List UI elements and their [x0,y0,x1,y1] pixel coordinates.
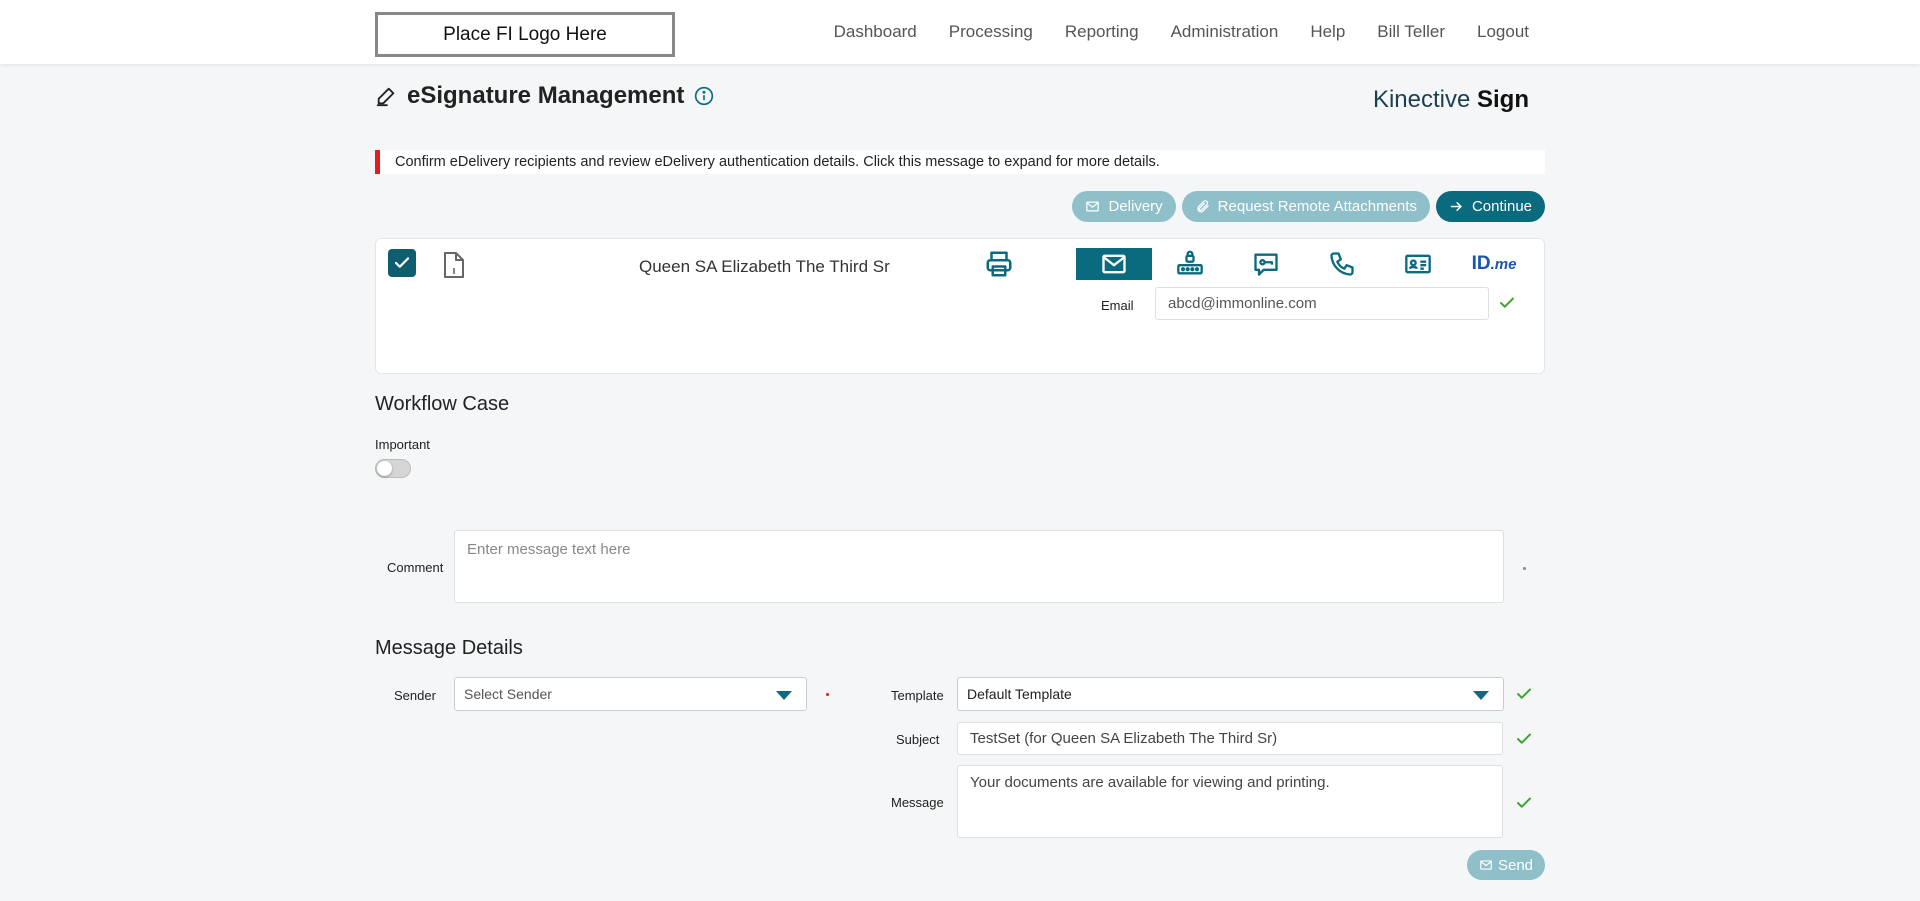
paperclip-icon [1196,200,1209,213]
idme-suffix: .me [1490,256,1517,273]
email-field[interactable] [1155,287,1489,320]
method-tab-id-card[interactable] [1380,248,1456,280]
message-label: Message [891,795,944,810]
recipient-name: Queen SA Elizabeth The Third Sr [639,257,890,276]
comment-input[interactable] [454,530,1504,603]
template-label: Template [891,688,944,703]
sender-label: Sender [394,688,436,703]
nav-processing[interactable]: Processing [949,22,1033,42]
valid-check-icon [1517,733,1531,744]
subject-field[interactable] [957,722,1503,755]
nav-logout[interactable]: Logout [1477,22,1529,42]
method-tab-phone[interactable] [1304,248,1380,280]
sender-select[interactable]: Select Sender [454,677,807,711]
important-label: Important [375,437,430,452]
request-attachments-button[interactable]: Request Remote Attachments [1181,191,1430,222]
template-select[interactable]: Default Template [957,677,1504,711]
message-details-title: Message Details [375,637,523,659]
idme-logo: ID.me [1472,253,1517,275]
method-tab-network[interactable] [1152,248,1228,280]
brand-light: Kinective [1372,86,1477,113]
continue-button[interactable]: Continue [1435,191,1545,222]
template-select-value: Default Template [967,686,1072,702]
action-buttons: Delivery Request Remote Attachments Cont… [1072,191,1545,222]
envelope-icon [1086,201,1100,212]
checkmark-icon [394,257,410,268]
send-button[interactable]: Send [1467,850,1545,880]
subject-label: Subject [896,732,940,747]
important-toggle[interactable] [375,459,411,478]
continue-label: Continue [1471,198,1532,215]
method-tab-sms[interactable] [1228,248,1304,280]
nav-user[interactable]: Bill Teller [1377,22,1445,42]
envelope-icon [1480,860,1492,870]
kinective-sign-logo: Kinective Sign [1373,86,1529,114]
brand-bold: Sign [1477,86,1529,113]
message-field[interactable]: Your documents are available for viewing… [957,765,1503,838]
document-icon[interactable] [442,251,466,279]
recipient-card: Queen SA Elizabeth The Third Sr ID.me Em… [375,238,1545,374]
workflow-case-title: Workflow Case [375,393,510,415]
method-tab-email[interactable] [1076,248,1152,280]
printer-icon[interactable] [984,249,1014,279]
sender-select-value: Select Sender [464,686,552,702]
nav-help[interactable]: Help [1310,22,1345,42]
arrow-right-icon [1450,202,1462,211]
request-attachments-label: Request Remote Attachments [1217,198,1417,215]
comment-indicator-dot [1523,567,1526,570]
idme-main: ID [1471,253,1491,274]
required-indicator-dot [826,693,829,696]
recipient-checkbox[interactable] [388,249,416,277]
pen-icon [376,87,395,107]
valid-check-icon [1517,797,1531,808]
delivery-method-tabs: ID.me [1076,248,1532,280]
delivery-label: Delivery [1108,198,1163,215]
valid-check-icon [1500,297,1514,308]
alert-message[interactable]: Confirm eDelivery recipients and review … [375,150,1545,174]
id-card-icon [1405,254,1431,274]
nav-reporting[interactable]: Reporting [1065,22,1139,42]
chevron-down-icon [1473,691,1489,700]
page-title-row: eSignature Management [375,82,714,110]
comment-label: Comment [387,560,444,575]
phone-icon [1330,252,1354,276]
info-icon[interactable] [694,86,714,106]
envelope-icon [1102,254,1126,274]
top-bar: Place FI Logo Here Dashboard Processing … [0,0,1920,64]
chat-key-icon [1254,253,1278,276]
delivery-button[interactable]: Delivery [1072,191,1176,222]
email-label: Email [1101,298,1134,313]
chevron-down-icon [776,691,792,700]
fi-logo-placeholder[interactable]: Place FI Logo Here [375,12,675,57]
valid-check-icon [1517,688,1531,699]
method-tab-idme[interactable]: ID.me [1456,248,1532,280]
nav-dashboard[interactable]: Dashboard [834,22,917,42]
page-title: eSignature Management [407,82,685,109]
send-label: Send [1497,856,1534,874]
router-icon [1177,250,1203,275]
nav-administration[interactable]: Administration [1171,22,1279,42]
main-nav: Dashboard Processing Reporting Administr… [802,0,1529,64]
